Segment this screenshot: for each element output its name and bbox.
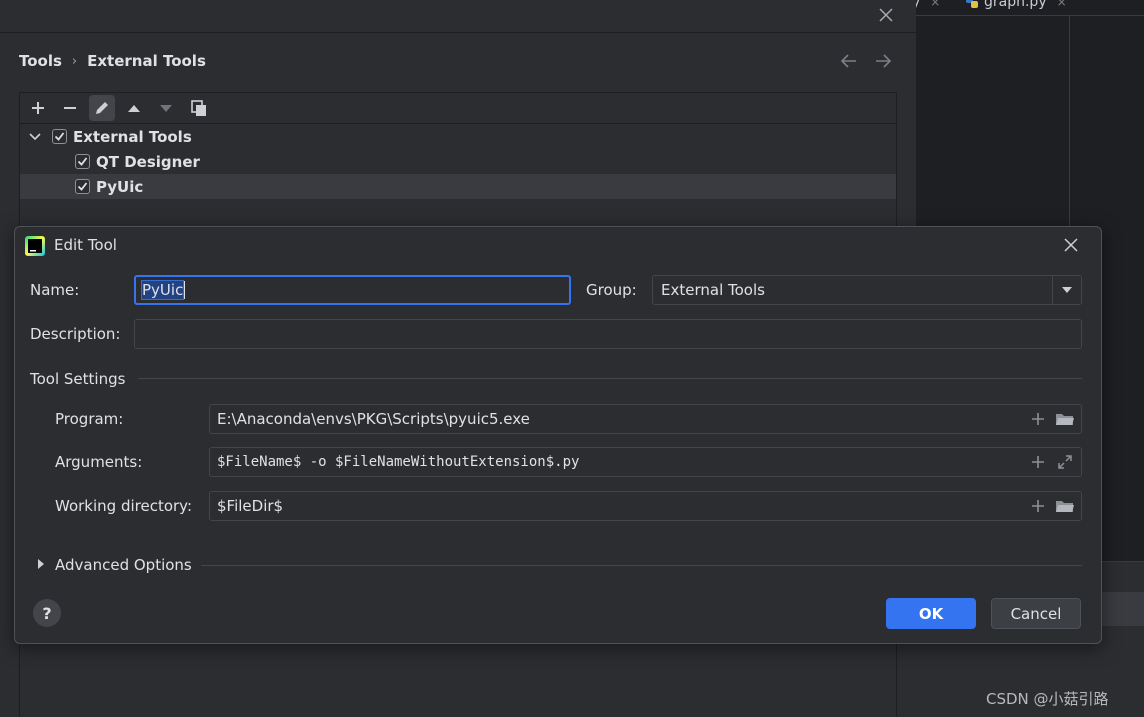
section-divider xyxy=(201,565,1082,566)
tool-settings-heading: Tool Settings xyxy=(30,370,126,388)
description-field[interactable] xyxy=(134,319,1082,349)
program-field[interactable]: E:\Anaconda\envs\PKG\Scripts\pyuic5.exe xyxy=(209,404,1082,434)
checkbox[interactable] xyxy=(75,154,90,169)
edit-tool-dialog: Edit Tool Name: PyUic Group: External To… xyxy=(14,226,1102,644)
breadcrumb-separator: › xyxy=(71,53,78,69)
back-button[interactable] xyxy=(838,50,860,72)
dropdown-arrow[interactable] xyxy=(1052,276,1081,304)
checkbox[interactable] xyxy=(52,129,67,144)
checkmark-icon xyxy=(54,132,65,141)
tab-label: y xyxy=(916,0,921,10)
browse-button[interactable] xyxy=(1055,410,1074,428)
group-label: Group: xyxy=(586,281,637,299)
name-value: PyUic xyxy=(140,280,185,300)
name-field[interactable]: PyUic xyxy=(134,275,571,305)
move-up-button[interactable] xyxy=(121,95,147,121)
tree-label: PyUic xyxy=(96,177,144,196)
checkbox[interactable] xyxy=(75,179,90,194)
move-up-icon xyxy=(128,105,140,112)
dialog-close-button[interactable] xyxy=(1061,235,1081,255)
insert-macro-button[interactable] xyxy=(1029,497,1047,515)
working-directory-label: Working directory: xyxy=(55,497,193,515)
chevron-down-icon xyxy=(1062,287,1072,293)
chevron-down-icon[interactable] xyxy=(28,130,42,144)
tree-row-external-tools[interactable]: External Tools xyxy=(20,124,896,149)
remove-icon xyxy=(64,107,76,109)
tree-row-pyuic[interactable]: PyUic xyxy=(20,174,896,199)
checkmark-icon xyxy=(77,182,88,191)
checkmark-icon xyxy=(77,157,88,166)
add-icon xyxy=(1032,456,1044,468)
editor-tab[interactable]: y × xyxy=(916,0,940,10)
tree-label: QT Designer xyxy=(96,152,200,171)
tree-row-qt-designer[interactable]: QT Designer xyxy=(20,149,896,174)
tab-close-icon[interactable]: × xyxy=(930,0,940,9)
add-icon xyxy=(1032,413,1044,425)
watermark: CSDN @小菇引路 xyxy=(986,690,1109,708)
advanced-options-label[interactable]: Advanced Options xyxy=(55,556,192,574)
expand-button[interactable] xyxy=(1056,453,1074,471)
group-dropdown[interactable]: External Tools xyxy=(652,275,1082,305)
breadcrumb: Tools › External Tools xyxy=(19,52,206,70)
header-divider xyxy=(0,32,916,33)
remove-tool-button[interactable] xyxy=(57,95,83,121)
name-label: Name: xyxy=(30,281,80,299)
browse-button[interactable] xyxy=(1055,497,1074,515)
tree-label: External Tools xyxy=(73,127,192,146)
tab-label: graph.py xyxy=(984,0,1047,10)
insert-macro-button[interactable] xyxy=(1029,453,1047,471)
program-label: Program: xyxy=(55,410,124,428)
bottom-panel-highlight xyxy=(1101,592,1144,626)
advanced-options-toggle[interactable] xyxy=(35,558,47,570)
move-down-icon xyxy=(160,105,172,112)
tab-divider xyxy=(916,15,1144,16)
arguments-label: Arguments: xyxy=(55,453,143,471)
arguments-field[interactable]: $FileName$ -o $FileNameWithoutExtension$… xyxy=(209,447,1082,477)
move-down-button[interactable] xyxy=(153,95,179,121)
section-divider xyxy=(138,378,1082,379)
expand-icon xyxy=(1058,455,1072,469)
help-button[interactable]: ? xyxy=(33,599,61,627)
folder-icon xyxy=(1056,414,1074,425)
edit-tool-button[interactable] xyxy=(89,95,115,121)
tools-toolbar xyxy=(20,93,896,124)
copy-tool-button[interactable] xyxy=(186,95,212,121)
insert-macro-button[interactable] xyxy=(1029,410,1047,428)
description-label: Description: xyxy=(30,325,121,343)
arguments-value: $FileName$ -o $FileNameWithoutExtension$… xyxy=(217,454,580,470)
arrow-right-icon xyxy=(876,54,892,68)
breadcrumb-item-external-tools: External Tools xyxy=(87,52,206,70)
editor-tab-graph[interactable]: graph.py × xyxy=(964,0,1067,10)
folder-icon xyxy=(1056,501,1074,512)
program-value: E:\Anaconda\envs\PKG\Scripts\pyuic5.exe xyxy=(217,410,530,428)
close-icon xyxy=(879,8,893,22)
group-value: External Tools xyxy=(661,281,765,299)
close-icon xyxy=(1064,238,1078,252)
add-tool-button[interactable] xyxy=(25,95,51,121)
editor-tab-bar: y × graph.py × xyxy=(916,0,1144,15)
forward-button[interactable] xyxy=(872,50,894,72)
tab-close-icon[interactable]: × xyxy=(1057,0,1067,9)
settings-close-button[interactable] xyxy=(876,5,896,25)
working-directory-field[interactable]: $FileDir$ xyxy=(209,491,1082,521)
arrow-left-icon xyxy=(840,54,856,68)
ok-button[interactable]: OK xyxy=(886,598,976,629)
dialog-title: Edit Tool xyxy=(54,236,117,254)
cancel-button[interactable]: Cancel xyxy=(991,598,1081,629)
working-directory-value: $FileDir$ xyxy=(217,497,284,515)
add-icon xyxy=(1032,500,1044,512)
text-caret xyxy=(184,281,186,299)
pycharm-logo-icon xyxy=(25,236,45,256)
python-file-icon xyxy=(966,0,978,8)
chevron-right-icon xyxy=(38,559,44,569)
breadcrumb-item-tools[interactable]: Tools xyxy=(19,52,62,70)
add-icon xyxy=(32,102,44,114)
edit-icon xyxy=(96,102,108,114)
copy-icon xyxy=(191,100,206,116)
